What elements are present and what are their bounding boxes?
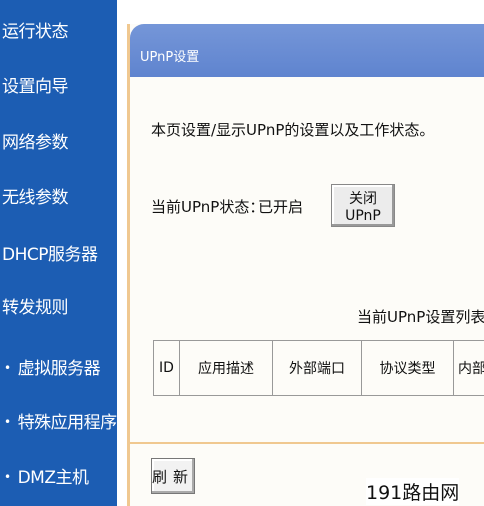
table-header-id: ID [153, 341, 179, 395]
upnp-table: ID 应用描述 外部端口 协议类型 内部 [153, 340, 484, 396]
sidebar-subitem-label: DMZ主机 [17, 468, 89, 488]
status-value: 已开启 [258, 198, 304, 216]
sidebar-item-dhcp[interactable]: DHCP服务器 [2, 240, 98, 265]
sidebar-subitem-label: 虚拟服务器 [17, 359, 101, 379]
sidebar-subitem-virtual-server[interactable]: • 虚拟服务器 [4, 354, 101, 379]
sidebar-item-setup-wizard[interactable]: 设置向导 [2, 72, 69, 97]
upnp-panel: UPnP设置 本页设置/显示UPnP的设置以及工作状态。 当前UPnP状态： 已… [127, 24, 484, 506]
close-upnp-button[interactable]: 关闭UPnP [331, 184, 395, 227]
panel-divider [130, 442, 484, 444]
status-label: 当前UPnP状态： [151, 198, 265, 216]
sidebar-subitem-special-apps[interactable]: • 特殊应用程序 [4, 408, 117, 433]
sidebar-subitem-dmz[interactable]: • DMZ主机 [4, 463, 89, 488]
bullet-icon: • [4, 470, 11, 484]
panel-title: UPnP设置 [140, 50, 200, 65]
refresh-button[interactable]: 刷新 [151, 458, 195, 494]
watermark-text: 191路由网 [366, 478, 460, 505]
list-title: 当前UPnP设置列表 [357, 308, 484, 326]
sidebar-nav: 运行状态 设置向导 网络参数 无线参数 DHCP服务器 转发规则 • 虚拟服务器 … [0, 0, 117, 506]
sidebar-subitem-label: 特殊应用程序 [17, 413, 118, 433]
bullet-icon: • [4, 361, 11, 375]
sidebar-item-running-status[interactable]: 运行状态 [2, 17, 69, 42]
sidebar-item-network[interactable]: 网络参数 [2, 128, 69, 153]
bullet-icon: • [4, 415, 11, 429]
sidebar-item-wireless[interactable]: 无线参数 [2, 183, 69, 208]
table-header-description: 应用描述 [179, 341, 272, 395]
table-header-protocol: 协议类型 [361, 341, 453, 395]
panel-header: UPnP设置 [130, 24, 484, 77]
page-description: 本页设置/显示UPnP的设置以及工作状态。 [151, 121, 435, 139]
sidebar-item-forwarding[interactable]: 转发规则 [2, 293, 69, 318]
table-header-external-port: 外部端口 [272, 341, 361, 395]
table-header-internal: 内部 [453, 341, 484, 395]
